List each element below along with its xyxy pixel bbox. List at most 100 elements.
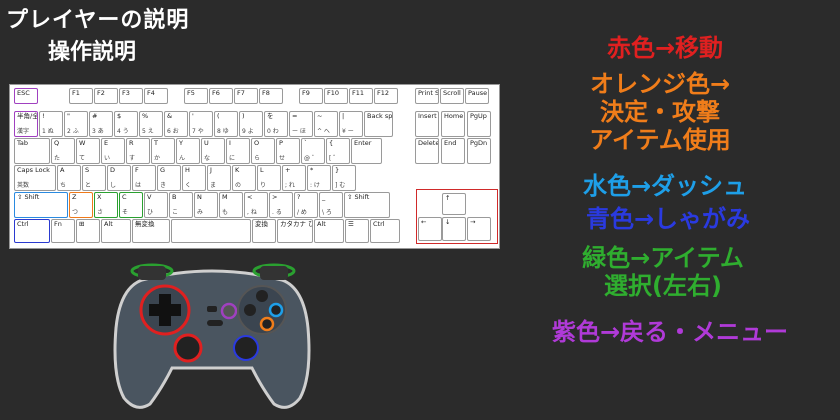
key-row4-11[interactable]: _ \ ろ (319, 192, 343, 218)
key-row5-8[interactable]: Alt (314, 219, 344, 243)
key-row5-3[interactable]: Alt (101, 219, 131, 243)
key-11[interactable]: F11 (349, 88, 373, 104)
key-row1-3[interactable]: #3 あ (89, 111, 113, 137)
key-row4-5[interactable]: Bこ (169, 192, 193, 218)
face-button-top (256, 290, 268, 302)
key-nav2-1[interactable]: End (441, 138, 465, 164)
key-row1-14[interactable]: Back space (364, 111, 393, 137)
key-row5-5[interactable] (171, 219, 251, 243)
key-14[interactable]: Scroll Lock (440, 88, 464, 104)
key-row3-6[interactable]: Hく (182, 165, 206, 191)
key-row5-1[interactable]: Fn (51, 219, 75, 243)
key-row1-7[interactable]: ' 7 や (189, 111, 213, 137)
key-row4-10[interactable]: ? / め (294, 192, 318, 218)
key-13[interactable]: Print Screen (415, 88, 439, 104)
key-9[interactable]: F9 (299, 88, 323, 104)
key-row2-4[interactable]: Rす (126, 138, 150, 164)
key-row3-12[interactable]: }] む (332, 165, 356, 191)
select-button (220, 302, 238, 320)
arrow-left-key[interactable]: ← (418, 217, 442, 241)
key-row3-9[interactable]: Lり (257, 165, 281, 191)
key-6[interactable]: F6 (209, 88, 233, 104)
key-row3-0[interactable]: Caps Lock 英数 (14, 165, 56, 191)
key-row2-9[interactable]: Oら (251, 138, 275, 164)
key-nav1-2[interactable]: PgUp (467, 111, 491, 137)
key-row3-10[interactable]: +; れ (282, 165, 306, 191)
key-1[interactable]: F1 (69, 88, 93, 104)
key-5[interactable]: F5 (184, 88, 208, 104)
key-row1-12[interactable]: ~ ^ へ (314, 111, 338, 137)
key-row4-6[interactable]: Nみ (194, 192, 218, 218)
key-row2-11[interactable]: ` @ ゛ (301, 138, 325, 164)
legend-item-2: 水色→ダッシュ (582, 172, 748, 200)
key-row3-5[interactable]: Gき (157, 165, 181, 191)
key-row1-6[interactable]: & 6 お (164, 111, 188, 137)
key-row2-12[interactable]: {[ ゜ (326, 138, 350, 164)
key-row2-2[interactable]: Wて (76, 138, 100, 164)
key-row4-7[interactable]: Mも (219, 192, 243, 218)
arrow-up-key[interactable]: ↑ (442, 193, 466, 215)
key-row1-10[interactable]: を0 わ (264, 111, 288, 137)
key-row4-3[interactable]: Cそ (119, 192, 143, 218)
key-row2-8[interactable]: Iに (226, 138, 250, 164)
key-row5-0[interactable]: Ctrl (14, 219, 50, 243)
face-button-right (268, 302, 284, 318)
face-button-bottom (259, 316, 275, 332)
key-row3-4[interactable]: Fは (132, 165, 156, 191)
key-2[interactable]: F2 (94, 88, 118, 104)
key-row2-7[interactable]: Uな (201, 138, 225, 164)
key-row3-8[interactable]: Kの (232, 165, 256, 191)
key-row4-1[interactable]: Zつ (69, 192, 93, 218)
key-7[interactable]: F7 (234, 88, 258, 104)
key-row3-3[interactable]: Dし (107, 165, 131, 191)
key-row4-0[interactable]: ⇧ Shift (14, 192, 68, 218)
key-row5-7[interactable]: カタカナ ひらがな ローマ字 (277, 219, 313, 243)
key-row2-0[interactable]: Tab (14, 138, 50, 164)
arrow-right-key[interactable]: → (467, 217, 491, 241)
key-row3-1[interactable]: Aち (57, 165, 81, 191)
arrow-down-key[interactable]: ↓ (442, 217, 466, 241)
key-row5-9[interactable]: ☰ (345, 219, 369, 243)
key-row3-11[interactable]: *: け (307, 165, 331, 191)
key-row4-8[interactable]: <, ね (244, 192, 268, 218)
right-stick (173, 333, 203, 363)
key-row3-7[interactable]: Jま (207, 165, 231, 191)
key-row1-0[interactable]: 半角/全角漢字 (14, 111, 38, 137)
key-nav1-0[interactable]: Insert (415, 111, 439, 137)
key-row5-2[interactable]: ⊞ (76, 219, 100, 243)
key-row4-9[interactable]: >. る (269, 192, 293, 218)
key-row4-2[interactable]: Xさ (94, 192, 118, 218)
key-row5-6[interactable]: 変換 (252, 219, 276, 243)
key-row2-13[interactable]: Enter (351, 138, 382, 164)
key-row1-4[interactable]: $4 う (114, 111, 138, 137)
key-10[interactable]: F10 (324, 88, 348, 104)
key-row1-8[interactable]: (8 ゆ (214, 111, 238, 137)
key-row5-10[interactable]: Ctrl (370, 219, 400, 243)
key-nav1-1[interactable]: Home (441, 111, 465, 137)
face-button-left (244, 304, 256, 316)
key-12[interactable]: F12 (374, 88, 398, 104)
right-analog (233, 335, 259, 361)
key-row1-11[interactable]: = ー ほ (289, 111, 313, 137)
key-row2-5[interactable]: Tか (151, 138, 175, 164)
key-row2-3[interactable]: Eい (101, 138, 125, 164)
key-4[interactable]: F4 (144, 88, 168, 104)
key-row1-9[interactable]: ) 9 よ (239, 111, 263, 137)
key-row4-4[interactable]: Vひ (144, 192, 168, 218)
key-8[interactable]: F8 (259, 88, 283, 104)
key-row5-4[interactable]: 無変換 (132, 219, 170, 243)
key-row1-1[interactable]: ! 1 ぬ (39, 111, 63, 137)
key-nav2-2[interactable]: PgDn (467, 138, 491, 164)
key-15[interactable]: Pause Break (465, 88, 489, 104)
key-row2-6[interactable]: Yん (176, 138, 200, 164)
key-3[interactable]: F3 (119, 88, 143, 104)
key-0[interactable]: ESC (14, 88, 38, 104)
key-row3-2[interactable]: Sと (82, 165, 106, 191)
key-row1-5[interactable]: % 5 え (139, 111, 163, 137)
key-row2-10[interactable]: Pせ (276, 138, 300, 164)
key-row1-13[interactable]: | ¥ ー (339, 111, 363, 137)
key-nav2-0[interactable]: Delete (415, 138, 439, 164)
key-row4-12[interactable]: ⇧ Shift (344, 192, 390, 218)
key-row2-1[interactable]: Qた (51, 138, 75, 164)
key-row1-2[interactable]: " 2 ふ (64, 111, 88, 137)
